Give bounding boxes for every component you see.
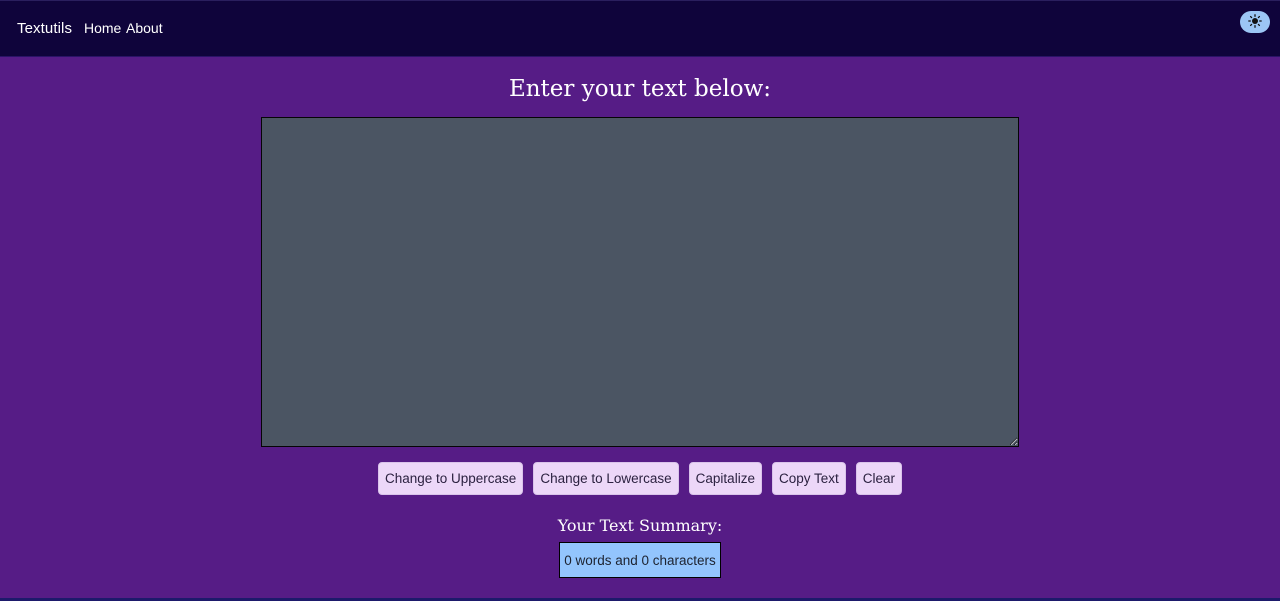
copy-text-button[interactable]: Copy Text <box>771 462 846 495</box>
lowercase-button[interactable]: Change to Lowercase <box>533 462 679 495</box>
text-input-area[interactable] <box>261 117 1019 447</box>
text-summary-box: 0 words and 0 characters <box>559 542 721 578</box>
uppercase-button[interactable]: Change to Uppercase <box>377 462 524 495</box>
nav-link-about[interactable]: About <box>126 20 163 36</box>
capitalize-button[interactable]: Capitalize <box>688 462 762 495</box>
page-heading: Enter your text below: <box>508 76 772 102</box>
sun-icon <box>1248 13 1262 31</box>
brand-link[interactable]: Textutils <box>17 20 72 37</box>
clear-button[interactable]: Clear <box>855 462 902 495</box>
action-button-row: Change to Uppercase Change to Lowercase … <box>0 462 1280 495</box>
summary-title: Your Text Summary: <box>557 516 723 535</box>
theme-toggle-button[interactable] <box>1240 11 1270 33</box>
nav-link-home[interactable]: Home <box>84 20 121 36</box>
navbar: Textutils Home About <box>0 0 1280 57</box>
